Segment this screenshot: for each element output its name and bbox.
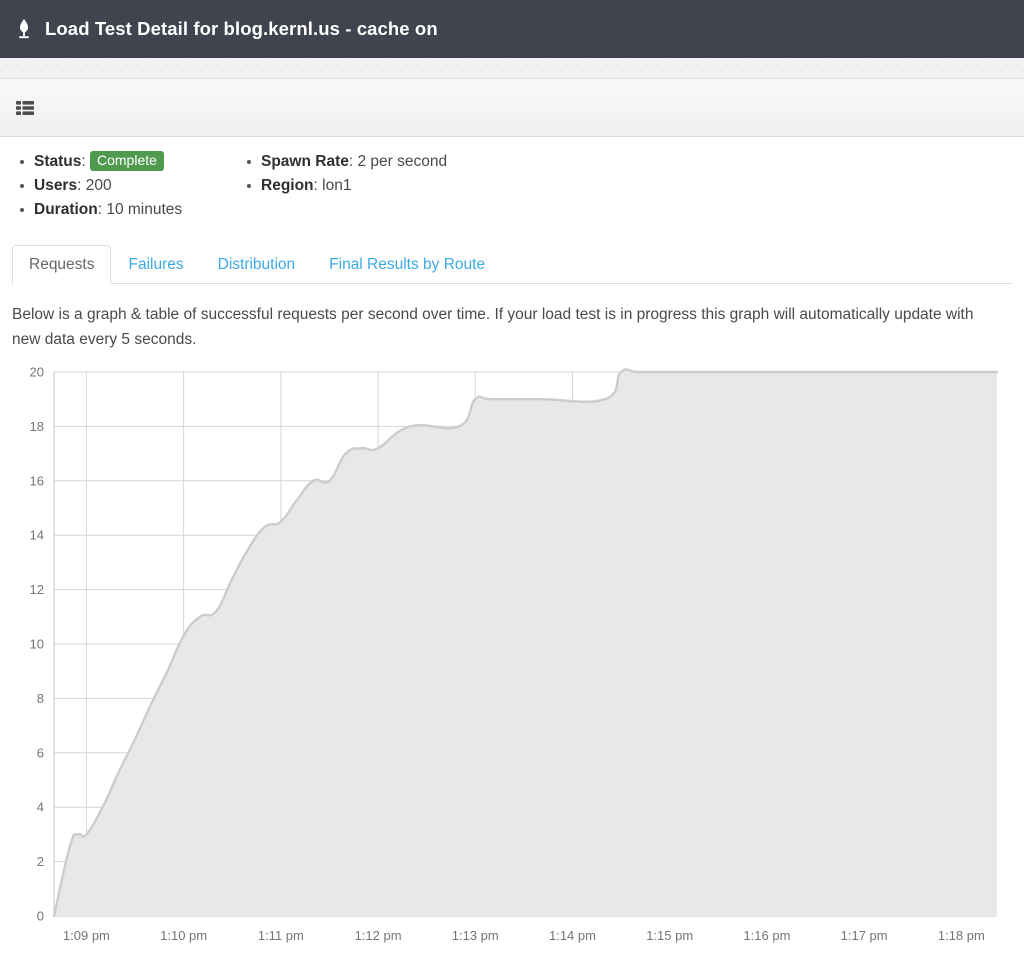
meta-label-duration: Duration xyxy=(34,201,98,218)
x-tick-label: 1:11 pm xyxy=(258,928,304,943)
meta-label-region: Region xyxy=(261,177,314,194)
x-tick-label: 1:09 pm xyxy=(63,928,110,943)
meta-colon: : xyxy=(77,177,86,194)
meta-item-spawn-rate: Spawn Rate: 2 per second xyxy=(261,150,447,174)
list-menu-icon[interactable] xyxy=(13,95,39,121)
meta-label-users: Users xyxy=(34,177,77,194)
y-tick-label: 20 xyxy=(30,365,44,380)
meta-colon: : xyxy=(314,177,323,194)
meta-item-duration: Duration: 10 minutes xyxy=(34,198,239,222)
x-tick-label: 1:18 pm xyxy=(938,928,985,943)
y-tick-label: 6 xyxy=(37,745,44,760)
tab-final-results-by-route[interactable]: Final Results by Route xyxy=(312,245,502,284)
chart-canvas: 0 2 4 6 8 10 12 14 16 18 20 1:09 pm 1:10 pm 1:11 pm 1:… xyxy=(12,364,1012,964)
meta-label-spawn-rate: Spawn Rate xyxy=(261,153,349,170)
texture-strip xyxy=(0,58,1024,79)
y-tick-label: 10 xyxy=(30,637,44,652)
meta-label-status: Status xyxy=(34,153,81,170)
meta-value-users: 200 xyxy=(86,177,112,194)
x-tick-label: 1:13 pm xyxy=(452,928,499,943)
tab-distribution[interactable]: Distribution xyxy=(201,245,313,284)
tab-requests[interactable]: Requests xyxy=(12,245,111,284)
y-tick-label: 4 xyxy=(37,800,44,815)
x-tick-label: 1:14 pm xyxy=(549,928,596,943)
y-tick-label: 18 xyxy=(30,419,44,434)
meta-value-spawn-rate: 2 per second xyxy=(357,153,447,170)
x-tick-label: 1:17 pm xyxy=(841,928,888,943)
tab-failures[interactable]: Failures xyxy=(111,245,200,284)
x-tick-label: 1:10 pm xyxy=(160,928,207,943)
meta-value-region: lon1 xyxy=(322,177,351,194)
y-tick-label: 2 xyxy=(37,854,44,869)
y-tick-label: 8 xyxy=(37,691,44,706)
x-tick-label: 1:15 pm xyxy=(646,928,693,943)
meta-colon: : xyxy=(81,153,90,170)
torch-flame-icon xyxy=(13,16,35,42)
y-tick-label: 12 xyxy=(30,582,44,597)
toolbar xyxy=(0,79,1024,137)
x-tick-label: 1:12 pm xyxy=(355,928,402,943)
meta-item-status: Status: Complete xyxy=(34,150,239,174)
requests-per-second-chart: 0 2 4 6 8 10 12 14 16 18 20 1:09 pm 1:10 pm 1:11 pm 1:… xyxy=(12,364,1012,964)
window-titlebar: Load Test Detail for blog.kernl.us - cac… xyxy=(0,0,1024,58)
y-tick-label: 14 xyxy=(30,528,44,543)
meta-item-region: Region: lon1 xyxy=(261,174,447,198)
meta-column-2: Spawn Rate: 2 per second Region: lon1 xyxy=(239,150,447,222)
meta-item-users: Users: 200 xyxy=(34,174,239,198)
y-tick-label: 16 xyxy=(30,473,44,488)
load-test-meta: Status: Complete Users: 200 Duration: 10… xyxy=(12,137,1012,222)
chart-description: Below is a graph & table of successful r… xyxy=(12,302,992,352)
page-title: Load Test Detail for blog.kernl.us - cac… xyxy=(45,18,438,40)
meta-value-duration: 10 minutes xyxy=(106,201,182,218)
x-tick-label: 1:16 pm xyxy=(743,928,790,943)
y-tick-label: 0 xyxy=(37,909,44,924)
meta-column-1: Status: Complete Users: 200 Duration: 10… xyxy=(12,150,239,222)
tab-bar: Requests Failures Distribution Final Res… xyxy=(12,244,1012,284)
status-badge: Complete xyxy=(90,151,164,171)
